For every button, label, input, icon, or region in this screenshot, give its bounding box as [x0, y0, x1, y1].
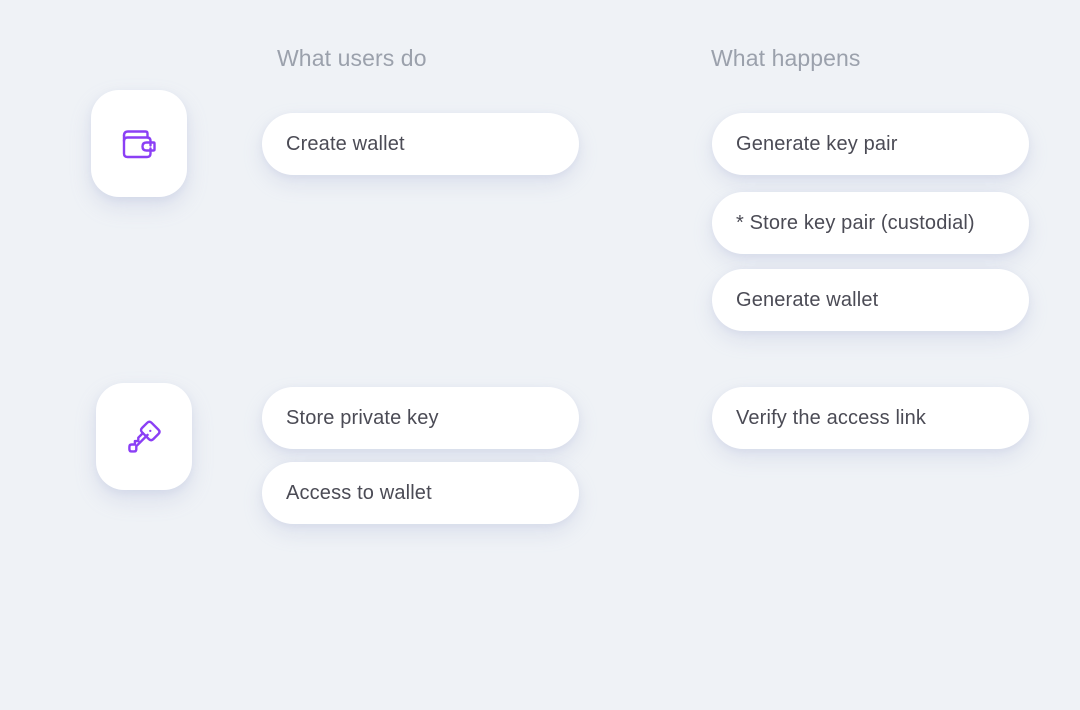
- wallet-icon: [116, 121, 162, 167]
- pill-label: Generate wallet: [736, 288, 879, 311]
- column-header-what-users-do: What users do: [277, 45, 427, 71]
- pill-label: Store private key: [286, 406, 439, 429]
- icon-card-key: [96, 383, 192, 490]
- pill-label: Generate key pair: [736, 132, 898, 155]
- pill-create-wallet[interactable]: Create wallet: [262, 113, 579, 175]
- pill-access-to-wallet[interactable]: Access to wallet: [262, 462, 579, 524]
- key-icon: [120, 413, 168, 461]
- pill-label: Verify the access link: [736, 406, 927, 429]
- diagram-canvas: What users do What happens Create wallet…: [0, 0, 1080, 710]
- column-header-what-happens: What happens: [711, 45, 861, 71]
- pill-generate-key-pair[interactable]: Generate key pair: [712, 113, 1029, 175]
- pill-verify-the-access-link[interactable]: Verify the access link: [712, 387, 1029, 449]
- pill-store-key-pair-custodial[interactable]: * Store key pair (custodial): [712, 192, 1029, 254]
- pill-generate-wallet[interactable]: Generate wallet: [712, 269, 1029, 331]
- icon-card-wallet: [91, 90, 187, 197]
- pill-store-private-key[interactable]: Store private key: [262, 387, 579, 449]
- pill-label: Create wallet: [286, 132, 405, 155]
- pill-label: * Store key pair (custodial): [736, 211, 975, 234]
- pill-label: Access to wallet: [286, 481, 432, 504]
